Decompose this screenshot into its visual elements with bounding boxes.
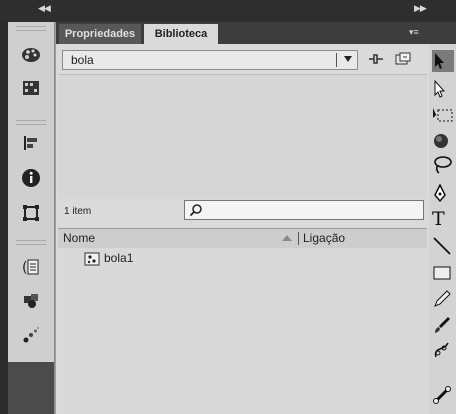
lasso-tool-icon[interactable]	[432, 154, 454, 176]
tab-properties[interactable]: Propriedades	[59, 24, 141, 44]
workspace-top-bar: ◀◀ ▶▶	[0, 0, 456, 22]
info-icon[interactable]	[20, 167, 42, 189]
collapse-left-icon[interactable]: ◀◀	[38, 4, 51, 14]
list-item-name: bola1	[104, 251, 134, 265]
text-tool-icon[interactable]: T	[432, 208, 454, 230]
dock-grip[interactable]	[16, 240, 46, 245]
align-grid-icon[interactable]	[20, 77, 42, 99]
components-icon[interactable]	[20, 290, 42, 312]
list-item[interactable]: bola1	[58, 250, 427, 268]
select-divider	[336, 53, 337, 67]
rectangle-tool-icon[interactable]	[432, 262, 454, 284]
dock-empty-area	[8, 362, 54, 414]
chevron-down-icon	[344, 56, 352, 62]
movieclip-symbol-icon	[84, 252, 100, 266]
library-search-field[interactable]	[184, 200, 424, 220]
panel-menu-icon[interactable]: ▾≡	[409, 27, 425, 39]
library-selector-row: bola	[56, 44, 429, 74]
library-list-header: Nome Ligação	[58, 228, 427, 249]
pen-tool-icon[interactable]	[432, 182, 454, 204]
item-count: 1 item	[64, 206, 92, 217]
dock-grip[interactable]	[16, 26, 46, 31]
library-count-row: 1 item	[56, 199, 429, 225]
code-snippets-icon[interactable]: (	[20, 256, 42, 278]
subselection-tool-icon[interactable]	[432, 78, 454, 100]
tools-panel-header	[429, 22, 456, 44]
symbol-preview-area	[58, 74, 427, 200]
brush-tool-icon[interactable]	[432, 314, 454, 336]
panel-tab-strip: Propriedades Biblioteca ▾≡	[56, 22, 429, 44]
color-swatches-icon[interactable]	[20, 44, 42, 66]
transform-icon[interactable]	[20, 202, 42, 224]
3d-rotation-tool-icon[interactable]	[432, 130, 454, 152]
line-tool-icon[interactable]	[432, 235, 454, 257]
tools-panel: T	[429, 22, 456, 414]
motion-presets-icon[interactable]	[20, 324, 42, 346]
library-document-select[interactable]: bola	[62, 50, 358, 70]
deco-tool-icon[interactable]	[432, 340, 454, 362]
column-header-linkage[interactable]: Ligação	[303, 231, 345, 245]
free-transform-tool-icon[interactable]	[432, 104, 454, 126]
tab-library[interactable]: Biblioteca	[144, 24, 218, 44]
library-select-value: bola	[71, 53, 94, 67]
sort-ascending-icon[interactable]	[282, 235, 292, 241]
column-divider[interactable]	[298, 232, 299, 245]
search-icon	[189, 204, 202, 217]
pin-library-icon[interactable]	[367, 51, 385, 67]
svg-text:(: (	[22, 260, 27, 276]
expand-right-icon[interactable]: ▶▶	[414, 4, 427, 14]
dock-grip[interactable]	[16, 120, 46, 125]
pencil-tool-icon[interactable]	[432, 288, 454, 310]
bone-tool-icon[interactable]	[432, 384, 454, 406]
left-panel-dock: (	[8, 22, 55, 414]
search-input[interactable]	[205, 202, 417, 217]
new-library-panel-icon[interactable]	[394, 51, 412, 67]
library-panel: Propriedades Biblioteca ▾≡ bola 1 item N…	[55, 22, 430, 414]
library-item-list: bola1	[58, 248, 427, 414]
column-header-name[interactable]: Nome	[63, 231, 95, 245]
selection-tool-icon[interactable]	[432, 50, 454, 72]
align-icon[interactable]	[20, 132, 42, 154]
